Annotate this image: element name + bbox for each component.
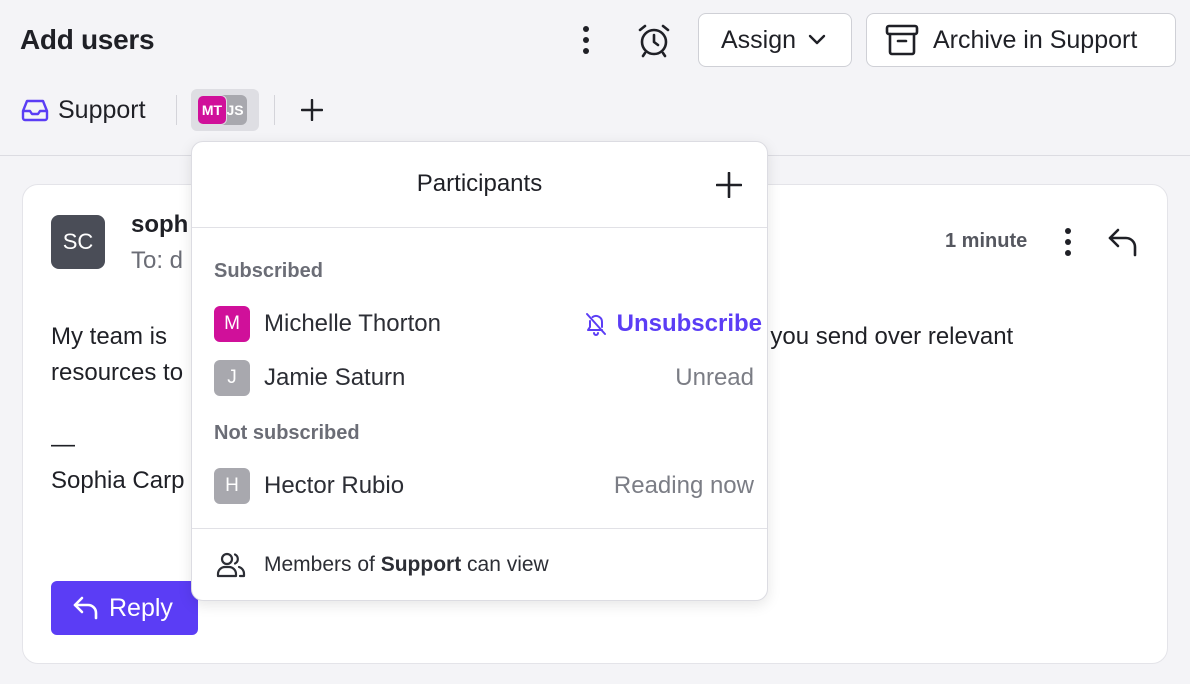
plus-icon <box>301 99 323 121</box>
top-bar: Add users Assign Archive in Support Supp… <box>0 0 1190 156</box>
vertical-dots-icon <box>583 26 589 54</box>
participants-popover: Participants Subscribed M Michelle Thort… <box>191 141 768 601</box>
participant-status: Reading now <box>613 472 754 499</box>
reply-button[interactable]: Reply <box>51 581 198 635</box>
popover-header: Participants <box>192 142 767 228</box>
message-options-button[interactable] <box>1053 223 1083 261</box>
sender-name: soph <box>131 211 189 238</box>
vertical-dots-icon <box>1065 228 1071 256</box>
visibility-note: Members of Support can view <box>264 553 549 577</box>
subscribed-section-label: Subscribed <box>214 260 323 282</box>
visibility-inbox: Support <box>380 553 462 576</box>
users-icon <box>216 552 246 578</box>
support-tab[interactable]: Support <box>20 96 146 125</box>
avatar-mt: MT <box>197 95 227 125</box>
assign-button[interactable]: Assign <box>698 13 852 67</box>
plus-icon <box>716 172 742 198</box>
support-tab-label: Support <box>58 95 146 124</box>
inbox-icon <box>21 99 49 122</box>
unsubscribe-button[interactable]: Unsubscribe <box>585 310 762 338</box>
unsubscribe-label: Unsubscribe <box>616 310 762 337</box>
participant-row: M Michelle Thorton Unsubscribe <box>214 306 762 342</box>
participant-avatar: M <box>214 306 250 342</box>
bell-off-icon <box>585 313 606 336</box>
participant-avatar: H <box>214 468 250 504</box>
visibility-prefix: Members of <box>264 553 381 576</box>
participant-status: Unread <box>675 364 754 391</box>
archive-label: Archive in Support <box>933 25 1138 54</box>
page-title: Add users <box>20 24 155 55</box>
participant-avatar: J <box>214 360 250 396</box>
archive-button[interactable]: Archive in Support <box>866 13 1176 67</box>
divider <box>274 95 275 125</box>
add-tab-button[interactable] <box>296 94 328 126</box>
participant-row: J Jamie Saturn Unread <box>214 360 754 396</box>
participants-avatars-button[interactable]: JS MT <box>191 89 259 131</box>
participant-name: Michelle Thorton <box>264 310 441 337</box>
reply-label: Reply <box>109 593 173 622</box>
chevron-down-icon <box>808 34 826 45</box>
participant-row: H Hector Rubio Reading now <box>214 468 754 504</box>
reply-icon-button[interactable] <box>1103 223 1143 261</box>
not-subscribed-section-label: Not subscribed <box>214 422 360 444</box>
reply-arrow-icon <box>1108 228 1137 257</box>
body-line1-left: My team is <box>51 323 174 350</box>
snooze-button[interactable] <box>632 20 676 60</box>
participant-name: Hector Rubio <box>264 472 405 499</box>
archive-box-icon <box>885 24 919 56</box>
assign-label: Assign <box>721 25 797 54</box>
more-options-button[interactable] <box>566 20 606 60</box>
popover-footer: Members of Support can view <box>192 528 767 601</box>
alarm-clock-icon <box>638 24 670 58</box>
reply-arrow-icon <box>73 596 98 620</box>
visibility-suffix: can view <box>461 553 549 576</box>
add-participant-button[interactable] <box>712 168 746 202</box>
sender-avatar: SC <box>51 215 105 269</box>
popover-title: Participants <box>416 170 543 197</box>
channel-tabs: Support <box>20 88 146 132</box>
message-time: 1 minute <box>945 230 1028 252</box>
participant-name: Jamie Saturn <box>264 364 406 391</box>
recipient-line: To: d <box>131 247 184 274</box>
divider <box>176 95 177 125</box>
